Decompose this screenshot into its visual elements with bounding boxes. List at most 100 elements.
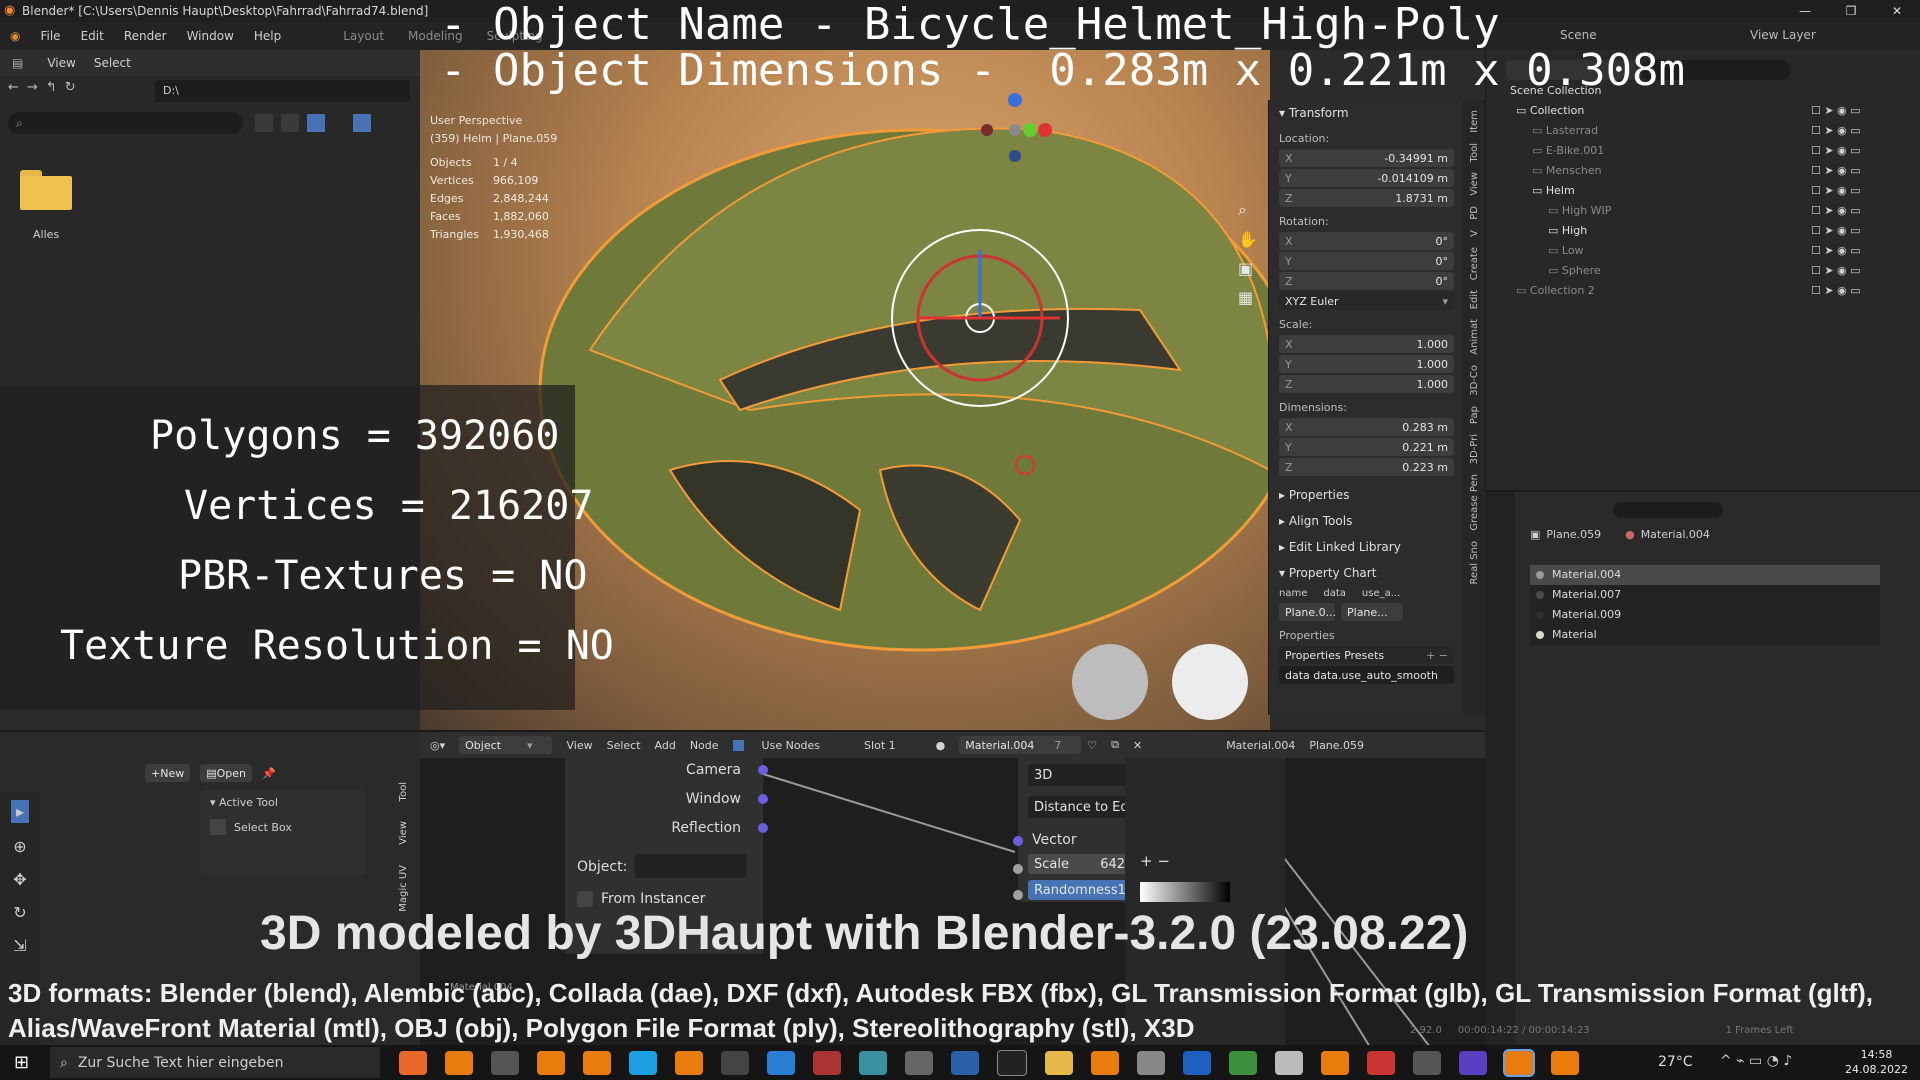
side-tab-tool[interactable]: Tool [398, 782, 420, 801]
menu-file[interactable]: File [30, 22, 70, 50]
rotate-tool-icon[interactable]: ↻ [13, 903, 26, 922]
display-list-icon[interactable] [255, 114, 273, 132]
scale-z[interactable]: Z 1.000 [1279, 375, 1454, 393]
blender-app-icon[interactable] [1503, 1049, 1535, 1077]
search-input[interactable]: ⌕ [8, 112, 243, 134]
shader-type-select[interactable]: Object ▾ [459, 736, 553, 754]
minimize-button[interactable]: — [1782, 0, 1828, 22]
material-name-field[interactable]: Material.004 7 [959, 736, 1082, 754]
outliner-item[interactable]: ▭ Sphere [1548, 264, 1601, 277]
properties-presets-select[interactable]: Properties Presets + − [1279, 646, 1454, 664]
dimension-x[interactable]: X 0.283 m [1279, 418, 1454, 436]
properties-search-input[interactable] [1613, 502, 1723, 518]
ne-menu-node[interactable]: Node [690, 739, 719, 752]
weather-temp[interactable]: 27°C [1658, 1054, 1693, 1070]
location-y[interactable]: Y -0.014109 m [1279, 169, 1454, 187]
tray-icons[interactable]: ^ ⌁ ▭ ◔ ♪ [1720, 1053, 1792, 1069]
fb-menu-view[interactable]: View [47, 56, 75, 70]
zoom-icon[interactable]: ⌕ [1238, 200, 1258, 220]
section-edit-linked-library[interactable]: ▸ Edit Linked Library [1269, 534, 1464, 560]
node-editor-type-icon[interactable]: ◎▾ [430, 739, 445, 752]
select-tool-icon[interactable]: ▸ [10, 800, 30, 823]
ne-menu-select[interactable]: Select [607, 739, 641, 752]
display-thumbnail-icon[interactable] [307, 114, 325, 132]
back-arrow-icon[interactable]: ← [8, 80, 19, 95]
forward-arrow-icon[interactable]: → [27, 80, 38, 95]
rotation-x[interactable]: X 0° [1279, 232, 1454, 250]
vtab-real-sno[interactable]: Real Sno [1469, 541, 1480, 585]
ne-menu-view[interactable]: View [566, 739, 592, 752]
menu-edit[interactable]: Edit [71, 22, 114, 50]
display-compact-icon[interactable] [281, 114, 299, 132]
outliner-item[interactable]: ▭ High WIP [1548, 204, 1611, 217]
path-field[interactable]: D:\ [155, 80, 410, 102]
visibility-eye-icon[interactable]: ☐ ➤ ◉ ▭ [1811, 144, 1861, 157]
unlink-material-icon[interactable]: ✕ [1133, 739, 1142, 752]
dimension-y[interactable]: Y 0.221 m [1279, 438, 1454, 456]
file-explorer-icon[interactable] [1045, 1051, 1073, 1075]
socket-camera[interactable] [758, 765, 768, 775]
object-right-label[interactable]: Plane.059 [1309, 739, 1364, 752]
vtab-tool[interactable]: Tool [1469, 143, 1480, 162]
vtab-v[interactable]: V [1469, 230, 1480, 237]
side-tab-view[interactable]: View [398, 821, 420, 845]
folder-icon[interactable] [20, 170, 72, 210]
material-right-label[interactable]: Material.004 [1226, 739, 1295, 752]
blender-app-icon[interactable] [537, 1051, 565, 1075]
location-z[interactable]: Z 1.8731 m [1279, 189, 1454, 207]
socket-window[interactable] [758, 794, 768, 804]
section-align-tools[interactable]: ▸ Align Tools [1269, 508, 1464, 534]
app-icon[interactable] [859, 1051, 887, 1075]
open-image-button[interactable]: ▤ Open [200, 764, 253, 782]
properties-path-field[interactable]: data data.use_auto_smooth [1279, 666, 1454, 684]
vtab-pap[interactable]: Pap [1469, 406, 1480, 424]
side-tab-magic-uv[interactable]: Magic UV [398, 865, 420, 912]
outliner-item[interactable]: ▭ Lasterrad [1532, 124, 1598, 137]
app-icon[interactable] [951, 1051, 979, 1075]
rotation-mode-select[interactable]: XYZ Euler ▾ [1279, 292, 1454, 310]
menu-help[interactable]: Help [244, 22, 291, 50]
vtab-grease-pen[interactable]: Grease Pen [1469, 474, 1480, 531]
app-icon[interactable] [1367, 1051, 1395, 1075]
vtab-view[interactable]: View [1469, 172, 1480, 196]
outliner-item[interactable]: ▭ Menschen [1532, 164, 1602, 177]
app-icon[interactable] [1183, 1051, 1211, 1075]
maximize-button[interactable]: ❐ [1828, 0, 1874, 22]
rotation-z[interactable]: Z 0° [1279, 272, 1454, 290]
vtab-edit[interactable]: Edit [1469, 290, 1480, 309]
blender-app-icon[interactable] [675, 1051, 703, 1075]
blender-app-icon[interactable] [1551, 1051, 1579, 1075]
visibility-eye-icon[interactable]: ☐ ➤ ◉ ▭ [1811, 224, 1861, 237]
active-tool-header[interactable]: ▾ Active Tool [200, 790, 365, 815]
scale-y[interactable]: Y 1.000 [1279, 355, 1454, 373]
outliner-item[interactable]: ▭ Helm [1532, 184, 1575, 197]
move-tool-icon[interactable]: ✥ [13, 870, 26, 889]
breadcrumb-material[interactable]: Material.004 [1641, 528, 1710, 541]
app-icon[interactable] [491, 1051, 519, 1075]
outliner-item[interactable]: ▭ Collection 2 [1516, 284, 1595, 297]
app-icon[interactable] [905, 1051, 933, 1075]
material-slot[interactable]: Material.007 [1530, 585, 1880, 605]
view-layer-selector[interactable]: View Layer [1750, 28, 1816, 42]
nav-gizmo[interactable] [975, 90, 1055, 173]
color-ramp-preview[interactable] [1140, 882, 1230, 902]
scale-tool-icon[interactable]: ⇲ [13, 936, 26, 955]
outliner-item[interactable]: ▭ High [1548, 224, 1587, 237]
vtab-3d-co[interactable]: 3D-Co [1469, 365, 1480, 396]
chart-row-data[interactable]: Plane... [1341, 603, 1403, 621]
blender-app-icon[interactable] [1091, 1051, 1119, 1075]
visibility-eye-icon[interactable]: ☐ ➤ ◉ ▭ [1811, 264, 1861, 277]
app-icon[interactable] [1229, 1051, 1257, 1075]
close-button[interactable]: ✕ [1874, 0, 1920, 22]
fb-menu-select[interactable]: Select [94, 56, 131, 70]
cursor-tool-icon[interactable]: ⊕ [13, 837, 26, 856]
parent-dir-icon[interactable]: ↰ [46, 80, 57, 95]
location-x[interactable]: X -0.34991 m [1279, 149, 1454, 167]
material-slot[interactable]: Material.009 [1530, 605, 1880, 625]
pin-icon[interactable]: 📌 [262, 767, 276, 780]
editor-type-icon[interactable]: ▤ [12, 56, 23, 70]
object-picker[interactable] [635, 854, 747, 878]
firefox-icon[interactable] [399, 1051, 427, 1075]
blender-app-icon[interactable] [583, 1051, 611, 1075]
visibility-eye-icon[interactable]: ☐ ➤ ◉ ▭ [1811, 284, 1861, 297]
